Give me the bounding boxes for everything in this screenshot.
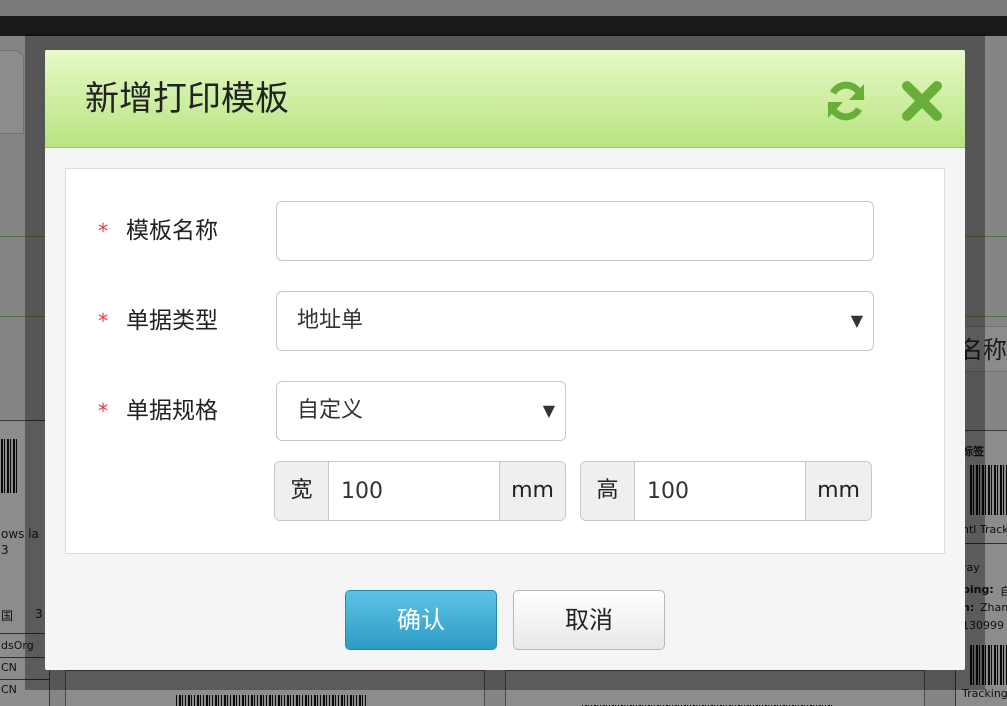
new-print-template-dialog: 新增打印模板 * 模板名称 * 单据类型 地址单 ▼ * 单据规格 自定义 ▼ … — [45, 50, 965, 670]
refresh-icon-glyph — [827, 81, 865, 121]
confirm-button[interactable]: 确认 — [345, 590, 497, 650]
height-input-group: 高 mm — [580, 461, 872, 521]
cancel-button[interactable]: 取消 — [513, 590, 665, 650]
caret-down-icon: ▼ — [542, 401, 555, 420]
doc-spec-selected-value: 自定义 — [297, 398, 364, 423]
width-input-group: 宽 mm — [274, 461, 566, 521]
dialog-title: 新增打印模板 — [85, 79, 289, 119]
required-mark: * — [98, 399, 108, 423]
doc-spec-label: 单据规格 — [126, 398, 218, 424]
template-form: * 模板名称 * 单据类型 地址单 ▼ * 单据规格 自定义 ▼ 宽 100 m… — [65, 168, 945, 554]
width-prefix: 宽 — [275, 462, 329, 520]
caret-down-icon: ▼ — [850, 311, 863, 330]
dialog-header: 新增打印模板 — [45, 50, 965, 148]
required-mark: * — [98, 309, 108, 333]
doc-type-label: 单据类型 — [126, 308, 218, 334]
refresh-icon[interactable] — [823, 78, 869, 124]
height-unit: mm — [805, 462, 871, 520]
width-input[interactable] — [329, 462, 499, 520]
width-unit: mm — [499, 462, 565, 520]
doc-type-selected-value: 地址单 — [297, 308, 364, 333]
doc-spec-select[interactable]: 自定义 ▼ — [276, 381, 566, 441]
doc-type-select[interactable]: 地址单 ▼ — [276, 291, 874, 351]
close-icon-glyph — [902, 81, 942, 121]
height-input[interactable] — [635, 462, 805, 520]
template-name-label: 模板名称 — [126, 218, 218, 244]
height-prefix: 高 — [581, 462, 635, 520]
required-mark: * — [98, 219, 108, 243]
template-name-input[interactable] — [276, 201, 874, 261]
close-icon[interactable] — [899, 78, 945, 124]
